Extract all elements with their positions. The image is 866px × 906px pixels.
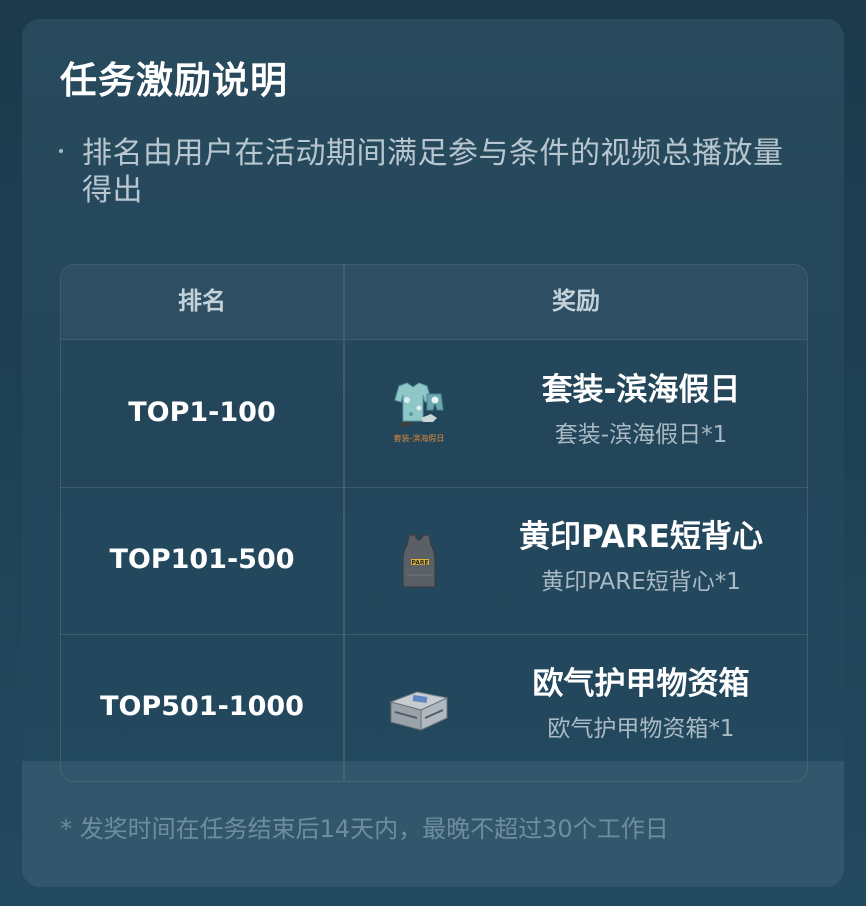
rank-cell: TOP501-1000: [100, 691, 304, 722]
supply-crate-icon: [381, 672, 457, 742]
reward-detail: 欧气护甲物资箱*1: [547, 716, 735, 742]
reward-info-card: 任务激励说明 排名由用户在活动期间满足参与条件的视频总播放量得出 排名 奖励 T…: [22, 19, 844, 887]
header-rank: 排名: [178, 287, 226, 315]
table-header: 排名 奖励: [61, 265, 807, 340]
table-row: TOP101-500 PARE 黄印PARE短背心 黄印PARE短背心*1: [61, 487, 807, 635]
header-reward: 奖励: [552, 287, 600, 315]
section-title: 任务激励说明: [60, 59, 288, 102]
reward-name: 欧气护甲物资箱: [532, 666, 750, 702]
rank-cell: TOP1-100: [128, 397, 276, 428]
table-row: TOP1-100 套装-滨海假日 套装-滨海假日 套装-滨海假日*1: [61, 340, 807, 488]
award-footnote: * 发奖时间在任务结束后14天内，最晚不超过30个工作日: [60, 815, 669, 843]
vest-icon-caption: PARE: [411, 560, 428, 567]
table-row: TOP501-1000 欧气护甲物资箱 欧气护甲物资箱*1: [61, 634, 807, 781]
rank-cell: TOP101-500: [109, 544, 295, 575]
reward-detail: 套装-滨海假日*1: [554, 422, 728, 448]
bullet-dot-icon: [59, 149, 63, 153]
vest-icon: PARE: [381, 525, 457, 595]
ranking-description: 排名由用户在活动期间满足参与条件的视频总播放量得出: [82, 136, 784, 208]
reward-table: 排名 奖励 TOP1-100 套装-滨海假日 套装-滨海假日 套装-滨海假日*1…: [60, 264, 808, 782]
reward-detail: 黄印PARE短背心*1: [541, 569, 741, 595]
reward-name: 黄印PARE短背心: [519, 519, 763, 555]
reward-name: 套装-滨海假日: [541, 372, 741, 408]
outfit-icon-caption: 套装-滨海假日: [394, 433, 445, 443]
outfit-icon: 套装-滨海假日: [381, 378, 457, 448]
